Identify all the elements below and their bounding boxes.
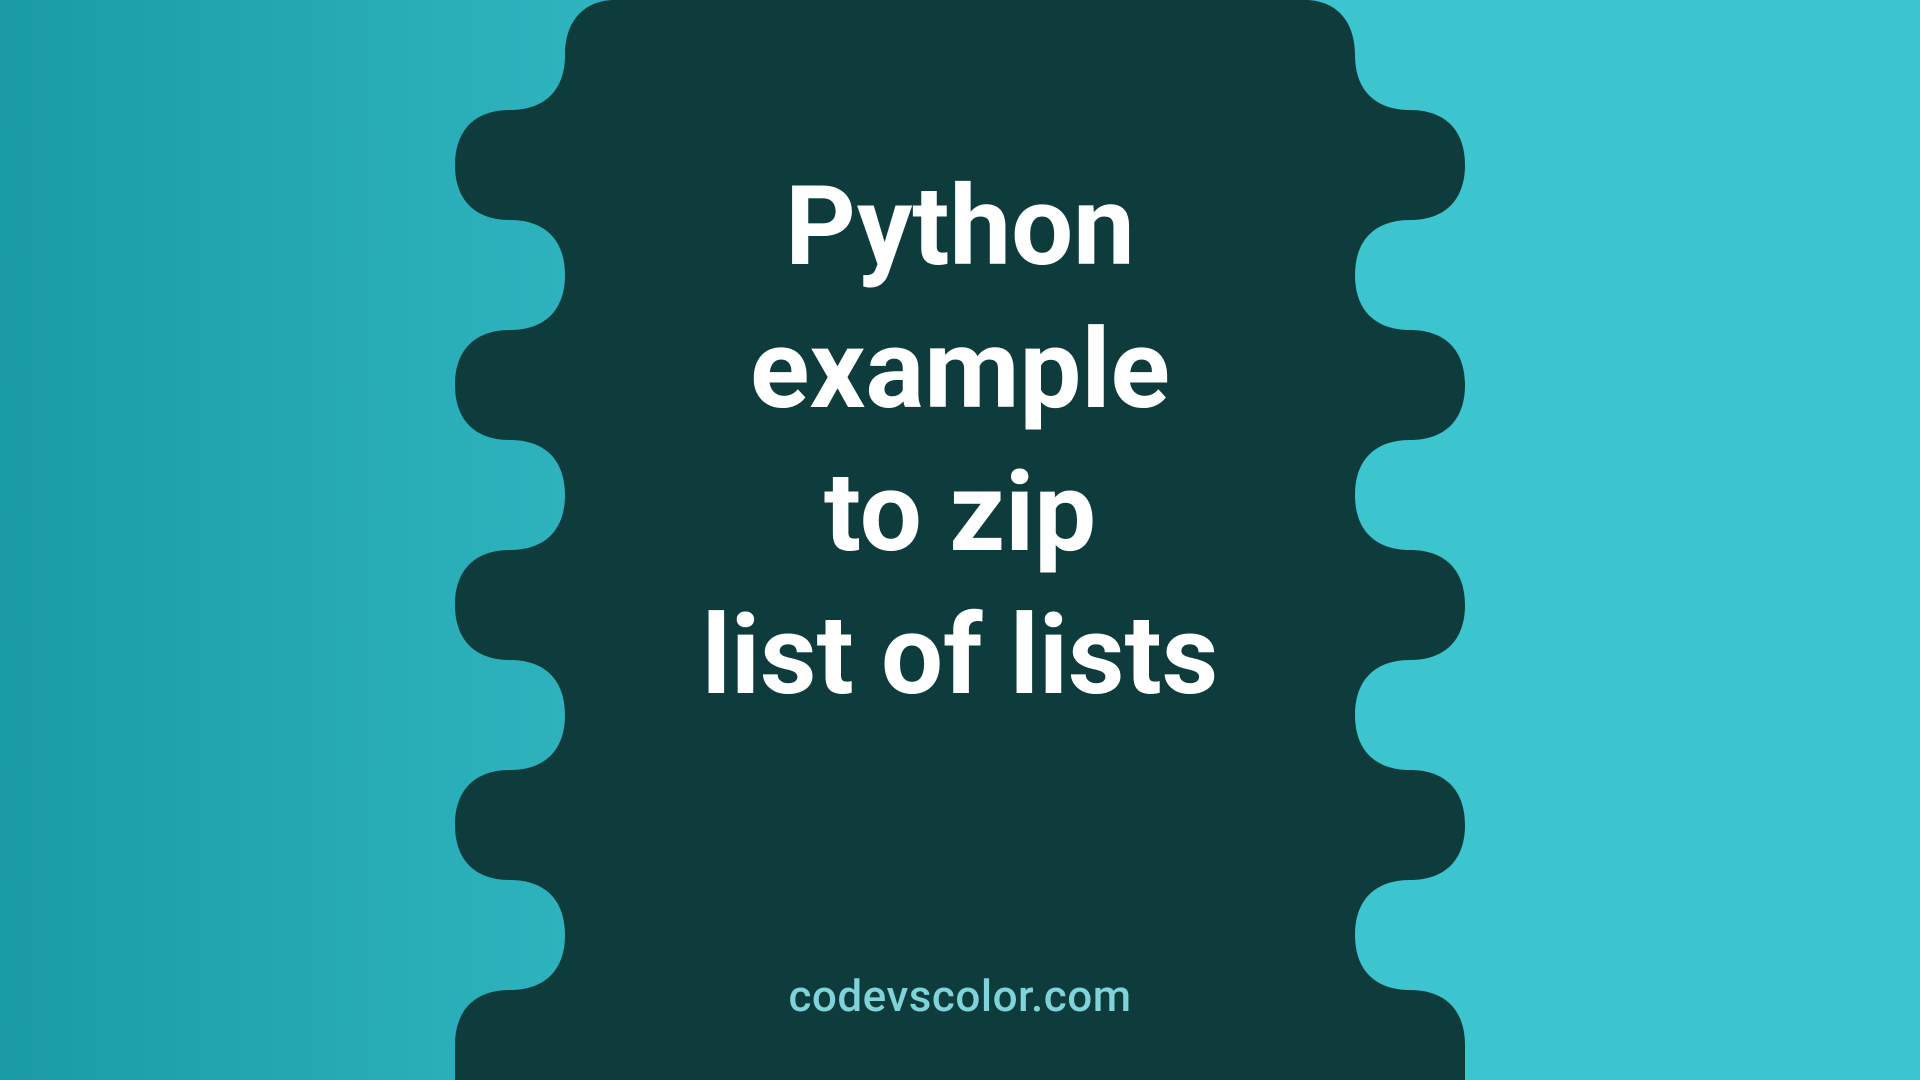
site-name: codevscolor.com bbox=[788, 970, 1131, 1022]
title-line: to zip bbox=[824, 448, 1096, 577]
title-line: list of lists bbox=[702, 591, 1219, 720]
banner-graphic: Python example to zip list of lists code… bbox=[0, 0, 1920, 1080]
banner-title: Python example to zip list of lists bbox=[510, 155, 1410, 727]
title-line: Python bbox=[785, 162, 1135, 291]
title-line: example bbox=[750, 305, 1170, 434]
